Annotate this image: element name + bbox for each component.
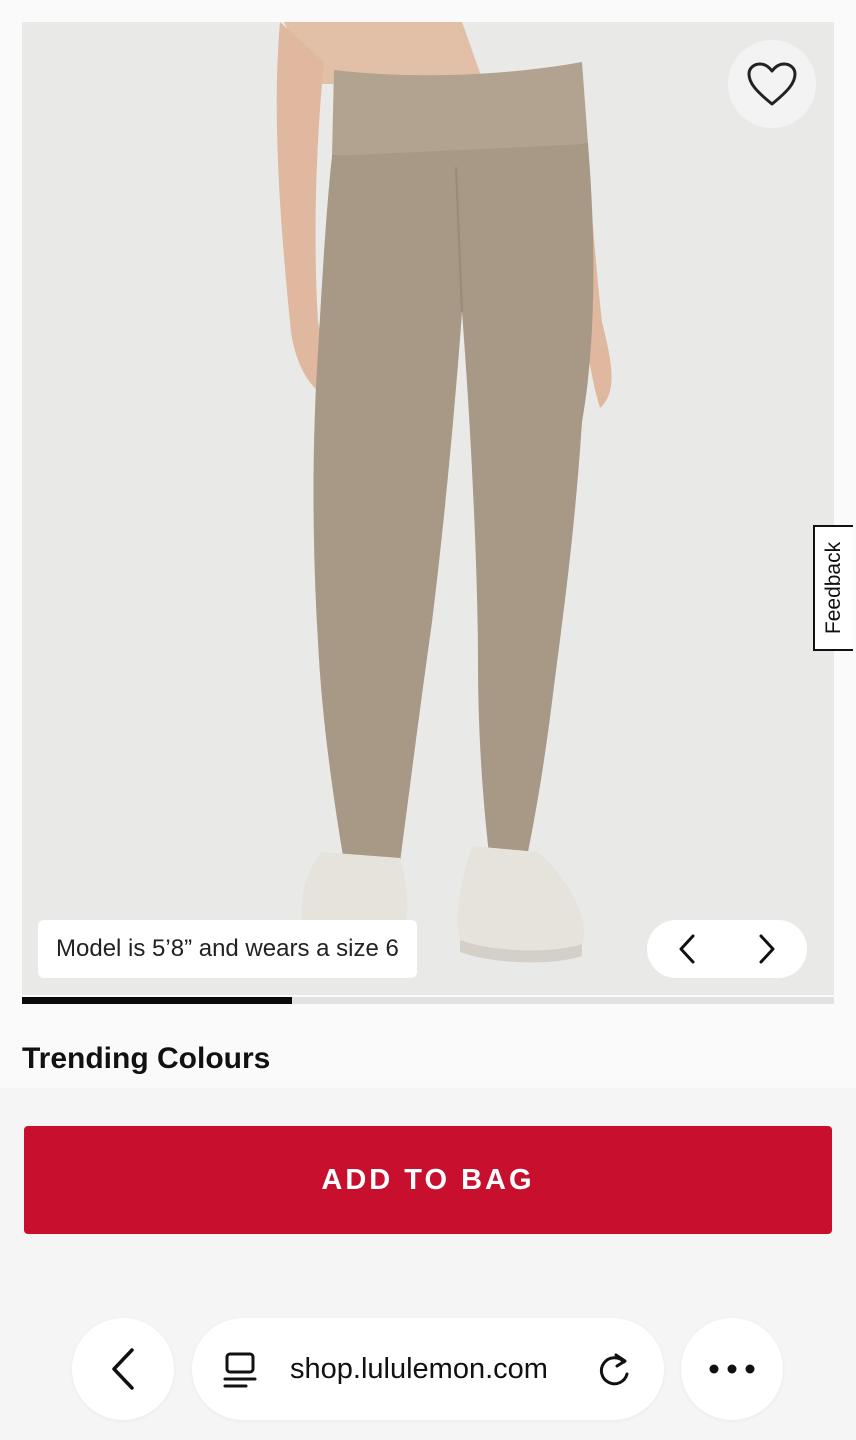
browser-back-button[interactable] (72, 1318, 174, 1420)
model-size-caption: Model is 5’8” and wears a size 6 (38, 920, 417, 978)
feedback-label: Feedback (822, 541, 846, 635)
heart-outline-icon (747, 62, 797, 106)
address-bar[interactable]: shop.lululemon.com (192, 1318, 664, 1420)
reload-icon[interactable] (594, 1350, 634, 1390)
browser-toolbar: shop.lululemon.com (0, 1318, 856, 1422)
next-image-button[interactable] (742, 924, 792, 974)
tabs-icon (223, 1352, 257, 1388)
product-image-gallery[interactable]: Model is 5’8” and wears a size 6 (22, 22, 834, 995)
favorite-button[interactable] (728, 40, 816, 128)
image-pager (647, 920, 807, 978)
url-text: shop.lululemon.com (290, 1353, 548, 1385)
previous-image-button[interactable] (662, 924, 712, 974)
feedback-tab[interactable]: Feedback (813, 525, 853, 651)
more-options-button[interactable] (681, 1318, 783, 1420)
chevron-left-icon (679, 934, 695, 964)
more-dots-icon (709, 1364, 755, 1374)
gallery-progress-bar (22, 997, 834, 1004)
add-to-bag-button[interactable]: ADD TO BAG (24, 1126, 832, 1234)
product-page: Model is 5’8” and wears a size 6 Feedbac… (0, 0, 856, 1088)
chevron-left-icon (112, 1348, 134, 1390)
chevron-right-icon (759, 934, 775, 964)
gallery-progress-fill (22, 997, 293, 1004)
product-photo (22, 22, 834, 995)
trending-colours-heading: Trending Colours (22, 1042, 271, 1075)
